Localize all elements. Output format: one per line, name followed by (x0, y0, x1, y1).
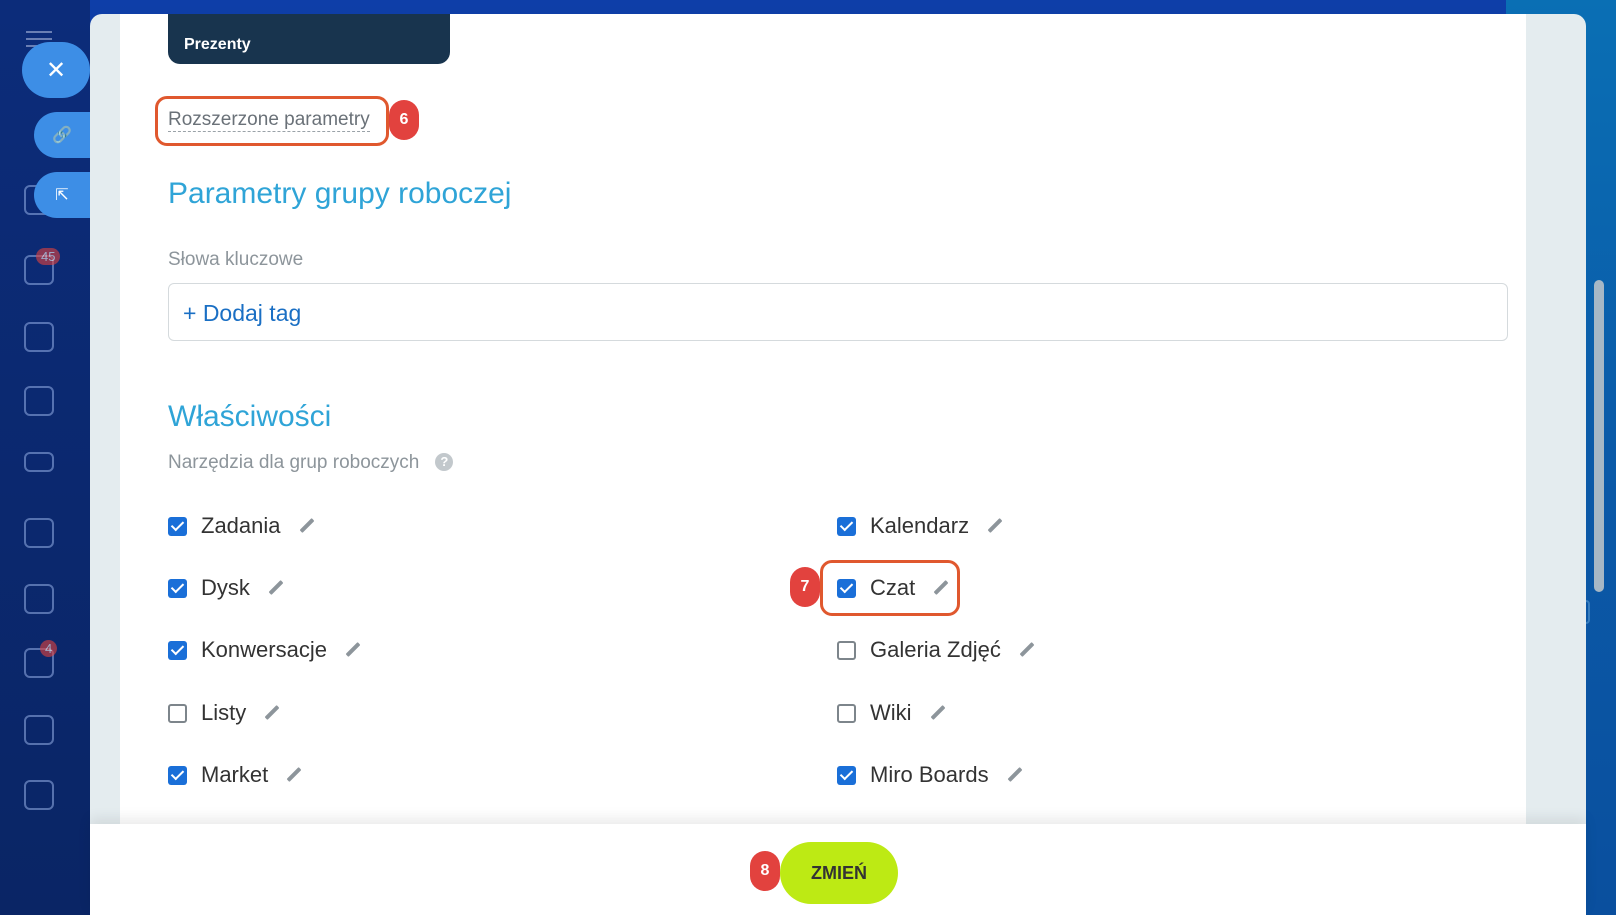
properties-heading: Właściwości (168, 400, 332, 433)
external-link-icon: ⇱ (55, 187, 69, 204)
option-label: Market (201, 762, 269, 787)
calendar-icon[interactable] (24, 386, 54, 416)
link-icon: 🔗 (52, 127, 72, 144)
highlight-chat-option (820, 560, 960, 616)
option-lists[interactable]: Listy (168, 700, 280, 726)
checkbox[interactable] (837, 765, 856, 785)
checkbox[interactable] (837, 640, 856, 660)
option-label: Konwersacje (201, 637, 327, 662)
copy-link-button[interactable]: 🔗 (34, 112, 90, 158)
apps-icon[interactable] (24, 780, 54, 810)
tools-label-row: Narzędzia dla grup roboczych? (168, 452, 454, 474)
pencil-icon[interactable] (1007, 767, 1023, 783)
keywords-label: Słowa kluczowe (168, 249, 304, 270)
highlight-advanced-parameters (155, 96, 389, 146)
mail-badge: 4 (40, 640, 58, 657)
step-marker-6: 6 (389, 100, 419, 140)
add-tag-link[interactable]: + Dodaj tag (183, 300, 301, 327)
option-label: Listy (201, 700, 247, 725)
theme-card[interactable]: Prezenty (168, 14, 450, 64)
option-label: Dysk (201, 575, 250, 600)
workgroup-params-heading: Parametry grupy roboczej (168, 177, 512, 210)
option-photo-gallery[interactable]: Galeria Zdjęć (837, 637, 1035, 663)
checkbox[interactable] (168, 578, 187, 598)
option-tasks[interactable]: Zadania (168, 513, 315, 539)
option-calendar[interactable]: Kalendarz (837, 513, 1003, 539)
pencil-icon[interactable] (268, 580, 284, 596)
option-label: Galeria Zdjęć (870, 637, 1001, 662)
open-in-new-window-button[interactable]: ⇱ (34, 172, 90, 218)
checkbox[interactable] (168, 703, 187, 723)
change-button[interactable]: ZMIEŃ (780, 842, 898, 904)
pencil-icon[interactable] (930, 705, 946, 721)
pencil-icon[interactable] (264, 705, 280, 721)
option-market[interactable]: Market (168, 762, 302, 788)
theme-card-title: Prezenty (184, 36, 251, 53)
tags-field[interactable]: + Dodaj tag (168, 283, 1508, 341)
drive-icon[interactable] (24, 452, 54, 472)
help-icon[interactable]: ? (435, 453, 454, 471)
option-label: Miro Boards (870, 762, 989, 787)
close-icon: ✕ (45, 56, 67, 84)
option-wiki[interactable]: Wiki (837, 700, 946, 726)
option-label: Zadania (201, 513, 281, 538)
checkbox[interactable] (168, 516, 187, 536)
option-drive[interactable]: Dysk (168, 575, 284, 601)
checkbox[interactable] (837, 703, 856, 723)
checkbox[interactable] (837, 516, 856, 536)
tasks-badge: 45 (36, 248, 61, 265)
tools-label: Narzędzia dla grup roboczych (168, 452, 420, 473)
step-marker-8: 8 (750, 851, 780, 891)
pencil-icon[interactable] (286, 767, 302, 783)
groups-icon[interactable] (24, 715, 54, 745)
step-marker-7: 7 (790, 567, 820, 607)
option-label: Wiki (870, 700, 912, 725)
pencil-icon[interactable] (345, 642, 361, 658)
checkbox[interactable] (168, 765, 187, 785)
pencil-icon[interactable] (299, 518, 315, 534)
option-conversations[interactable]: Konwersacje (168, 637, 361, 663)
scrollbar[interactable] (1594, 280, 1604, 592)
close-slider-button[interactable]: ✕ (22, 42, 90, 98)
presentation-icon[interactable] (24, 584, 54, 614)
pencil-icon[interactable] (987, 518, 1003, 534)
checkbox[interactable] (168, 640, 187, 660)
document-icon[interactable] (24, 518, 54, 548)
chat-icon[interactable] (24, 322, 54, 352)
pencil-icon[interactable] (1019, 642, 1035, 658)
option-label: Kalendarz (870, 513, 970, 538)
option-miro-boards[interactable]: Miro Boards (837, 762, 1023, 788)
